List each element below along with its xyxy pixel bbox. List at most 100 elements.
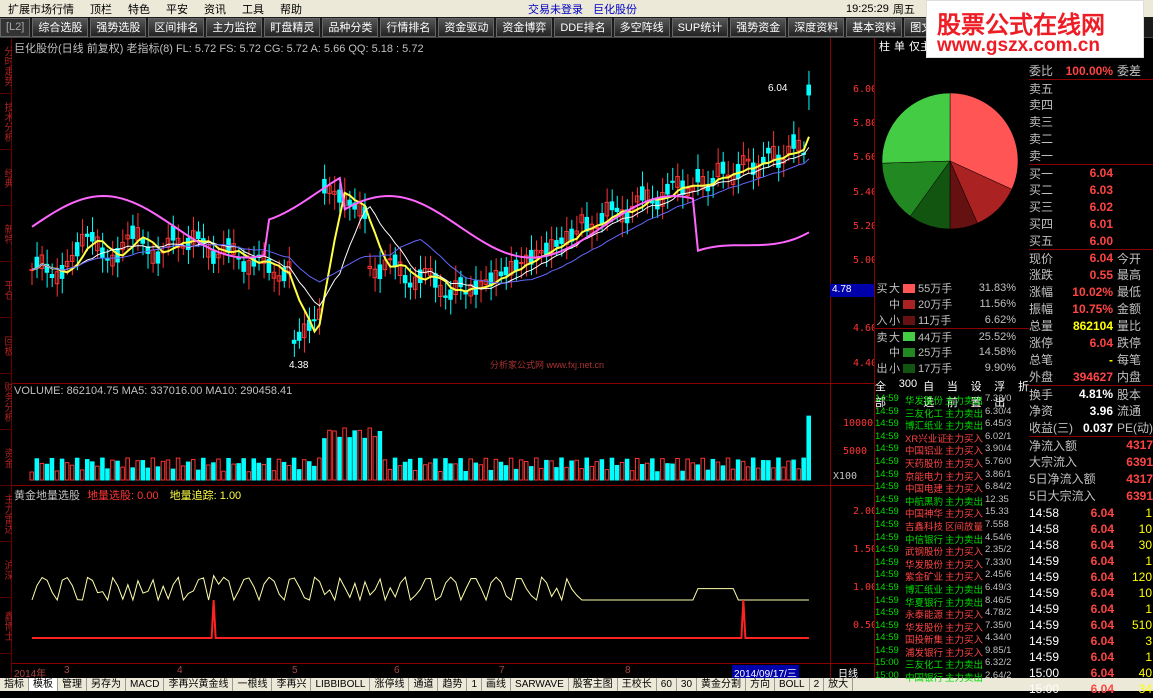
bottom-tab-21[interactable]: BOLL xyxy=(775,678,810,691)
ticker-row[interactable]: 15:00 三友化工 主力卖出 6.32/2 xyxy=(875,657,1029,670)
bottom-tab-0[interactable]: 指标 xyxy=(0,678,29,691)
left-tab-9[interactable]: 沪深 xyxy=(0,542,12,598)
bottom-tab-11[interactable]: 趋势 xyxy=(438,678,468,691)
volume-bar xyxy=(609,457,615,481)
ticker-row[interactable]: 14:59 博汇纸业 主力卖出 6.49/3 xyxy=(875,582,1029,595)
ticker-tab-5[interactable]: 浮出 xyxy=(994,378,1012,409)
menu-item-3[interactable]: 平安 xyxy=(158,1,196,17)
left-tab-2[interactable]: 经典 xyxy=(0,150,12,206)
toolbar-level2[interactable]: [L2] xyxy=(0,17,31,37)
ticker-row[interactable]: 14:59 华发股份 主力买入 7.35/0 xyxy=(875,620,1029,633)
menu-item-5[interactable]: 工具 xyxy=(234,1,272,17)
menu-item-4[interactable]: 资讯 xyxy=(196,1,234,17)
toolbar-button-7[interactable]: 资金驱动 xyxy=(438,17,495,37)
bottom-tab-18[interactable]: 30 xyxy=(677,678,698,691)
sell-level-label: 卖三 xyxy=(1029,115,1054,129)
toolbar-button-5[interactable]: 品种分类 xyxy=(322,17,379,37)
ticker-row[interactable]: 14:59 永泰能源 主力买入 4.78/2 xyxy=(875,607,1029,620)
ticker-time: 14:59 xyxy=(875,455,899,467)
toolbar-button-9[interactable]: DDE排名 xyxy=(554,17,612,37)
toolbar-button-4[interactable]: 盯盘精灵 xyxy=(264,17,321,37)
kline-chart[interactable] xyxy=(12,38,874,678)
stat-label: 总笔 xyxy=(1029,353,1054,367)
left-tab-0[interactable]: 分时走势 xyxy=(0,38,12,94)
bottom-tab-2[interactable]: 管理 xyxy=(58,678,87,691)
bottom-tab-3[interactable]: 另存为 xyxy=(87,678,126,691)
date-tick: 4 xyxy=(177,665,183,676)
left-tab-4[interactable]: 平仓 xyxy=(0,262,12,318)
toolbar-button-2[interactable]: 区间排名 xyxy=(148,17,205,37)
ticker-row[interactable]: 14:59 国投新集 主力买入 4.34/0 xyxy=(875,632,1029,645)
ticker-row[interactable]: 14:59 浦发银行 主力买入 9.85/1 xyxy=(875,645,1029,658)
ticker-row[interactable]: 14:59 京能电力 主力买入 3.86/1 xyxy=(875,469,1029,482)
bottom-tab-12[interactable]: 1 xyxy=(467,678,483,691)
toolbar-button-8[interactable]: 资金博弈 xyxy=(496,17,553,37)
bottom-tab-9[interactable]: 涨停线 xyxy=(370,678,410,691)
menu-item-2[interactable]: 特色 xyxy=(120,1,158,17)
ticker-row[interactable]: 14:59 XR兴业证 主力买入 6.02/1 xyxy=(875,431,1029,444)
bottom-tab-15[interactable]: 股客主图 xyxy=(569,678,618,691)
left-tab-5[interactable]: 回板 xyxy=(0,318,12,374)
bottom-tab-8[interactable]: LIBBIBOLL xyxy=(311,678,371,691)
toolbar-button-3[interactable]: 主力监控 xyxy=(206,17,263,37)
login-status[interactable]: 交易未登录 xyxy=(528,1,583,17)
indicator-title[interactable]: 黄金地量选股 xyxy=(14,490,80,502)
ticker-tab-6[interactable]: 折 xyxy=(1018,378,1029,393)
ticker-row[interactable]: 14:59 华发股份 主力买入 7.33/0 xyxy=(875,557,1029,570)
bottom-tab-17[interactable]: 60 xyxy=(657,678,677,691)
bottom-tab-23[interactable]: 放大 xyxy=(824,678,854,691)
ticker-row[interactable]: 14:59 三友化工 主力卖出 6.30/4 xyxy=(875,406,1029,419)
bottom-tab-1[interactable]: 模板 xyxy=(29,678,58,691)
bottom-tab-19[interactable]: 黄金分割 xyxy=(697,678,747,691)
bottom-tab-5[interactable]: 李再兴黄金线 xyxy=(164,678,234,691)
toolbar-button-11[interactable]: SUP统计 xyxy=(671,17,729,37)
bottom-tab-6[interactable]: 一根线 xyxy=(233,678,273,691)
ticker-row[interactable]: 14:59 天药股份 主力买入 5.76/0 xyxy=(875,456,1029,469)
ticker-row[interactable]: 14:59 中国神华 主力买入 15.33 xyxy=(875,506,1029,519)
bottom-tab-10[interactable]: 通道 xyxy=(409,678,439,691)
toolbar-button-14[interactable]: 基本资料 xyxy=(846,17,903,37)
left-tab-8[interactable]: 主力雷达 xyxy=(0,486,12,542)
ticker-row[interactable]: 14:59 博汇纸业 主力卖出 6.45/3 xyxy=(875,418,1029,431)
bottom-tab-14[interactable]: SARWAVE xyxy=(511,678,569,691)
ticker-tab-1[interactable]: 300 xyxy=(899,378,917,392)
ticker-tab-2[interactable]: 自选 xyxy=(923,378,941,409)
left-tab-6[interactable]: 财务分析 xyxy=(0,374,12,430)
volume-bar xyxy=(84,459,90,481)
left-tab-7[interactable]: 资金 xyxy=(0,430,12,486)
menu-status: 交易未登录 巨化股份 xyxy=(528,0,637,17)
chart-area[interactable]: 巨化股份(日线 前复权) 老指标(8) FL: 5.72 FS: 5.72 CG… xyxy=(12,38,877,678)
ticker-row[interactable]: 14:59 吉鑫科技 区间放量 7.558 xyxy=(875,519,1029,532)
bottom-tab-4[interactable]: MACD xyxy=(126,678,165,691)
ticker-tab-0[interactable]: 全部 xyxy=(875,378,893,409)
toolbar-button-6[interactable]: 行情排名 xyxy=(380,17,437,37)
ticker-row[interactable]: 14:59 中航黑豹 主力卖出 12.35 xyxy=(875,494,1029,507)
ticker-row[interactable]: 14:59 中国铝业 主力买入 3.90/4 xyxy=(875,443,1029,456)
ticker-tab-4[interactable]: 设置 xyxy=(971,378,989,409)
menu-item-0[interactable]: 扩展市场行情 xyxy=(0,1,82,17)
ticker-row[interactable]: 15:00 中国银行 主力卖出 2.64/2 xyxy=(875,670,1029,683)
bottom-tab-16[interactable]: 王校长 xyxy=(618,678,657,691)
ticker-row[interactable]: 14:59 华发股份 主力卖出 7.33/0 xyxy=(875,393,1029,406)
menu-item-1[interactable]: 顶栏 xyxy=(82,1,120,17)
bottom-tab-7[interactable]: 李再兴 xyxy=(272,678,312,691)
left-tab-1[interactable]: 技术分析 xyxy=(0,94,12,150)
ticker-tab-3[interactable]: 当前 xyxy=(947,378,965,409)
toolbar-button-10[interactable]: 多空阵线 xyxy=(613,17,670,37)
left-tab-10[interactable]: 鑫博士 xyxy=(0,598,12,654)
ticker-row[interactable]: 14:59 中国电建 主力买入 6.84/2 xyxy=(875,481,1029,494)
toolbar-button-13[interactable]: 深度资料 xyxy=(788,17,845,37)
toolbar-button-1[interactable]: 强势选股 xyxy=(90,17,147,37)
bottom-tab-22[interactable]: 2 xyxy=(810,678,825,691)
toolbar-button-12[interactable]: 强势资金 xyxy=(730,17,787,37)
ticker-row[interactable]: 14:59 中信银行 主力卖出 4.54/6 xyxy=(875,532,1029,545)
toolbar-button-0[interactable]: 综合选股 xyxy=(32,17,89,37)
menu-item-6[interactable]: 帮助 xyxy=(272,1,310,17)
bottom-tab-20[interactable]: 方向 xyxy=(746,678,776,691)
ticker-row[interactable]: 14:59 华夏银行 主力卖出 8.46/5 xyxy=(875,595,1029,608)
bottom-tab-13[interactable]: 画线 xyxy=(482,678,512,691)
ticker-stock: 中航黑豹 xyxy=(905,496,944,507)
ticker-row[interactable]: 14:59 紫金矿业 主力买入 2.45/6 xyxy=(875,569,1029,582)
ticker-row[interactable]: 14:59 武钢股份 主力买入 2.35/2 xyxy=(875,544,1029,557)
left-tab-3[interactable]: 新特 xyxy=(0,206,12,262)
